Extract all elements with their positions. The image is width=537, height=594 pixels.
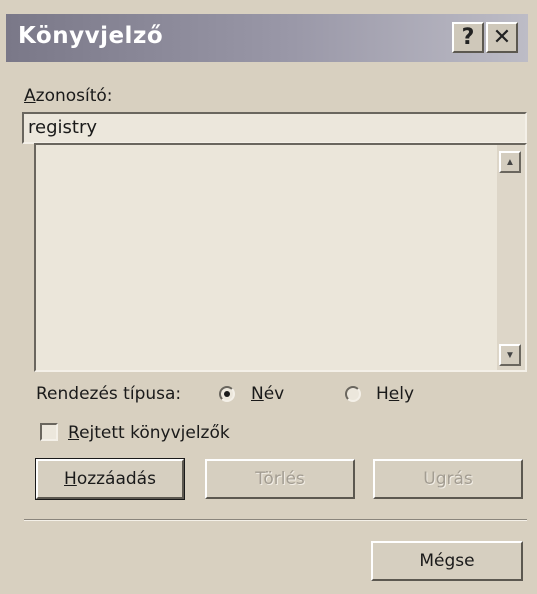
- hidden-bookmarks-label[interactable]: Rejtett könyvjelzők: [68, 423, 230, 443]
- help-button[interactable]: ?: [452, 22, 484, 53]
- list-scrollbar[interactable]: ▲ ▼: [497, 145, 525, 370]
- identifier-label: Azonosító:: [24, 86, 113, 106]
- hidden-bookmarks-accel: R: [68, 423, 80, 443]
- goto-button[interactable]: Ugrás: [373, 459, 523, 499]
- hidden-bookmarks-checkbox[interactable]: [40, 423, 58, 441]
- scroll-up-button[interactable]: ▲: [499, 151, 521, 173]
- close-icon: ✕: [492, 25, 512, 50]
- sort-place-accel: e: [388, 384, 400, 404]
- add-button[interactable]: Hozzáadás: [35, 458, 185, 500]
- sort-label: Rendezés típusa:: [36, 384, 182, 404]
- bookmark-list[interactable]: ▲ ▼: [34, 143, 527, 372]
- bookmark-dialog: Könyvjelző ? ✕ Azonosító: registry ▲ ▼ R…: [0, 0, 537, 594]
- cancel-button[interactable]: Mégse: [371, 541, 523, 581]
- help-icon: ?: [461, 25, 475, 50]
- sort-name-radio[interactable]: [219, 386, 235, 402]
- dialog-title: Könyvjelző: [18, 23, 164, 49]
- scroll-down-button[interactable]: ▼: [499, 344, 521, 366]
- add-button-rest: ozzáadás: [76, 469, 156, 489]
- close-button[interactable]: ✕: [486, 22, 518, 53]
- identifier-label-rest: zonosító:: [35, 86, 113, 106]
- sort-name-label[interactable]: Név: [251, 384, 284, 404]
- scroll-up-arrow-icon: ▲: [505, 156, 515, 168]
- sort-place-label[interactable]: Hely: [376, 384, 414, 404]
- identifier-label-accel: A: [24, 86, 36, 106]
- sort-place-rest: ly: [399, 384, 415, 404]
- sort-name-rest: év: [263, 384, 285, 404]
- button-separator: [24, 519, 527, 521]
- identifier-input[interactable]: registry: [22, 112, 527, 144]
- add-button-accel: H: [64, 469, 77, 489]
- sort-place-radio[interactable]: [345, 386, 361, 402]
- sort-name-accel: N: [251, 384, 264, 404]
- hidden-bookmarks-rest: ejtett könyvjelzők: [79, 423, 230, 443]
- title-bar[interactable]: Könyvjelző ? ✕: [6, 14, 528, 62]
- scroll-down-arrow-icon: ▼: [505, 349, 515, 361]
- delete-button[interactable]: Törlés: [205, 459, 355, 499]
- sort-place-pre: H: [376, 384, 389, 404]
